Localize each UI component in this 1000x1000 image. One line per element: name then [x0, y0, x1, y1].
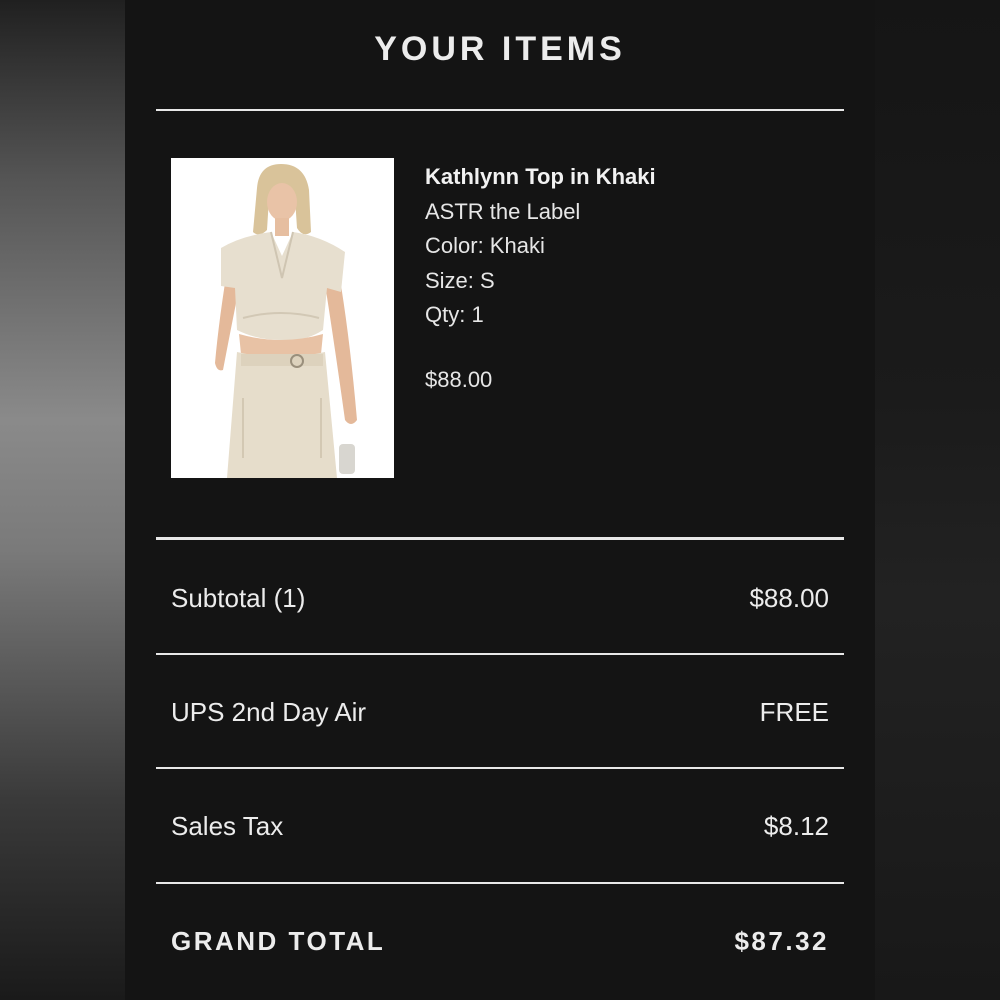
- item-name[interactable]: Kathlynn Top in Khaki: [425, 160, 825, 195]
- items-divider: [156, 537, 844, 540]
- background-right: [875, 0, 1000, 1000]
- item-size: Size: S: [425, 267, 495, 293]
- shipping-divider: [156, 767, 844, 769]
- item-qty: Qty: 1: [425, 302, 484, 327]
- grand-total-label: GRAND TOTAL: [171, 926, 386, 956]
- subtotal-row: Subtotal (1) $88.00: [171, 583, 829, 614]
- subtotal-value: $88.00: [749, 583, 829, 613]
- item-price: $88.00: [425, 366, 493, 392]
- item-color: Color: Khaki: [425, 233, 545, 258]
- shipping-label: UPS 2nd Day Air: [171, 697, 367, 727]
- background-left: [0, 0, 125, 1000]
- product-photo-illustration: [171, 158, 394, 478]
- order-summary-panel: YOUR ITEMS Kathlynn Top in Khaki ASTR th…: [125, 0, 875, 1000]
- grand-total-row: GRAND TOTAL $87.32: [171, 926, 829, 957]
- product-image[interactable]: [171, 158, 394, 478]
- tax-row: Sales Tax $8.12: [171, 811, 829, 842]
- item-details: Kathlynn Top in Khaki ASTR the Label Col…: [425, 160, 825, 397]
- subtotal-divider: [156, 653, 844, 655]
- shipping-row: UPS 2nd Day Air FREE: [171, 697, 829, 728]
- tax-value: $8.12: [763, 811, 829, 841]
- item-brand: ASTR the Label: [425, 198, 581, 224]
- tax-divider: [156, 882, 844, 884]
- shipping-value: FREE: [759, 697, 829, 727]
- page-title: YOUR ITEMS: [374, 30, 626, 68]
- grand-total-value: $87.32: [734, 926, 829, 956]
- tax-label: Sales Tax: [171, 811, 284, 841]
- subtotal-label: Subtotal (1): [171, 583, 306, 613]
- header-divider: [156, 109, 844, 111]
